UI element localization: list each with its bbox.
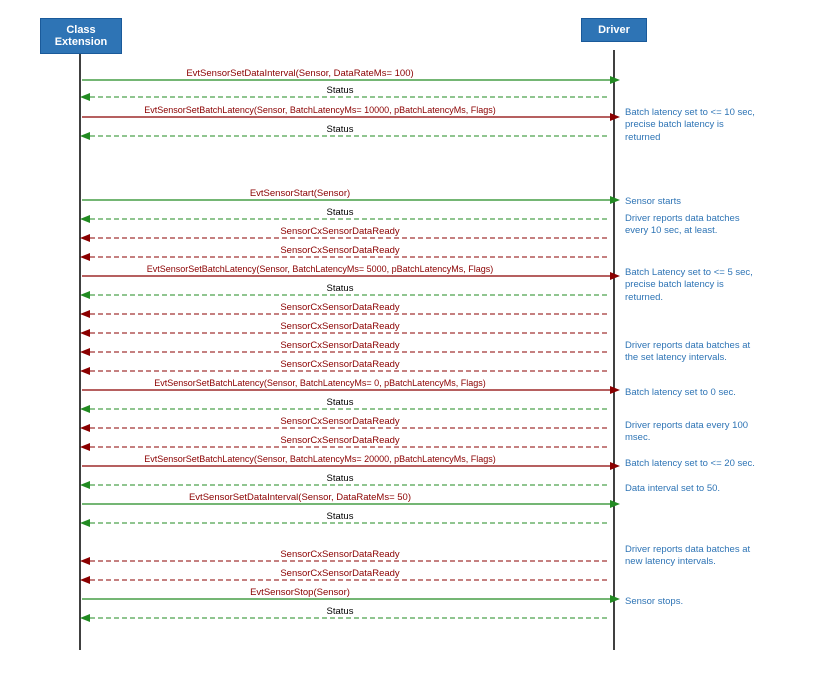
svg-text:EvtSensorSetBatchLatency(Senso: EvtSensorSetBatchLatency(Sensor, BatchLa… <box>144 105 495 115</box>
class-ext-label-1: Class <box>66 24 95 36</box>
svg-text:SensorCxSensorDataReady: SensorCxSensorDataReady <box>280 359 400 370</box>
svg-text:EvtSensorSetBatchLatency(Senso: EvtSensorSetBatchLatency(Sensor, BatchLa… <box>147 264 493 274</box>
svg-text:EvtSensorSetDataInterval(Senso: EvtSensorSetDataInterval(Sensor, DataRat… <box>189 492 411 503</box>
svg-text:SensorCxSensorDataReady: SensorCxSensorDataReady <box>280 568 400 579</box>
svg-text:SensorCxSensorDataReady: SensorCxSensorDataReady <box>280 549 400 560</box>
svg-text:SensorCxSensorDataReady: SensorCxSensorDataReady <box>280 321 400 332</box>
svg-text:EvtSensorSetBatchLatency(Senso: EvtSensorSetBatchLatency(Sensor, BatchLa… <box>154 378 485 388</box>
annotation-7: Driver reports data every 100 msec. <box>625 420 755 445</box>
svg-text:Status: Status <box>327 397 354 408</box>
svg-text:SensorCxSensorDataReady: SensorCxSensorDataReady <box>280 340 400 351</box>
annotation-5: Driver reports data batches at the set l… <box>625 340 755 365</box>
annotation-11: Sensor stops. <box>625 596 755 608</box>
annotation-1: Batch latency set to <= 10 sec, precise … <box>625 107 755 144</box>
svg-text:SensorCxSensorDataReady: SensorCxSensorDataReady <box>280 416 400 427</box>
svg-text:SensorCxSensorDataReady: SensorCxSensorDataReady <box>280 302 400 313</box>
svg-text:EvtSensorSetDataInterval(Senso: EvtSensorSetDataInterval(Sensor, DataRat… <box>186 68 413 79</box>
svg-text:Status: Status <box>327 473 354 484</box>
class-ext-label-2: Extension <box>55 36 108 48</box>
lifeline-class-extension: Class Extension <box>40 18 122 54</box>
annotation-8: Batch latency set to <= 20 sec. <box>625 458 755 470</box>
annotation-9: Data interval set to 50. <box>625 483 755 495</box>
annotation-3: Driver reports data batches every 10 sec… <box>625 213 755 238</box>
svg-text:Status: Status <box>327 85 354 96</box>
annotation-2: Sensor starts <box>625 196 755 208</box>
svg-text:Status: Status <box>327 511 354 522</box>
annotation-10: Driver reports data batches at new laten… <box>625 544 755 569</box>
diagram-container: EvtSensorSetDataInterval(Sensor, DataRat… <box>0 0 837 680</box>
svg-text:Status: Status <box>327 207 354 218</box>
annotation-4: Batch Latency set to <= 5 sec, precise b… <box>625 267 755 304</box>
svg-text:Status: Status <box>327 124 354 135</box>
svg-text:Status: Status <box>327 606 354 617</box>
svg-text:EvtSensorStop(Sensor): EvtSensorStop(Sensor) <box>250 587 350 598</box>
svg-text:EvtSensorSetBatchLatency(Senso: EvtSensorSetBatchLatency(Sensor, BatchLa… <box>144 454 495 464</box>
svg-text:Status: Status <box>327 283 354 294</box>
svg-text:SensorCxSensorDataReady: SensorCxSensorDataReady <box>280 435 400 446</box>
svg-text:SensorCxSensorDataReady: SensorCxSensorDataReady <box>280 245 400 256</box>
lifeline-driver: Driver <box>581 18 647 42</box>
annotation-6: Batch latency set to 0 sec. <box>625 387 755 399</box>
svg-text:SensorCxSensorDataReady: SensorCxSensorDataReady <box>280 226 400 237</box>
svg-text:EvtSensorStart(Sensor): EvtSensorStart(Sensor) <box>250 188 350 199</box>
driver-label: Driver <box>598 24 630 36</box>
